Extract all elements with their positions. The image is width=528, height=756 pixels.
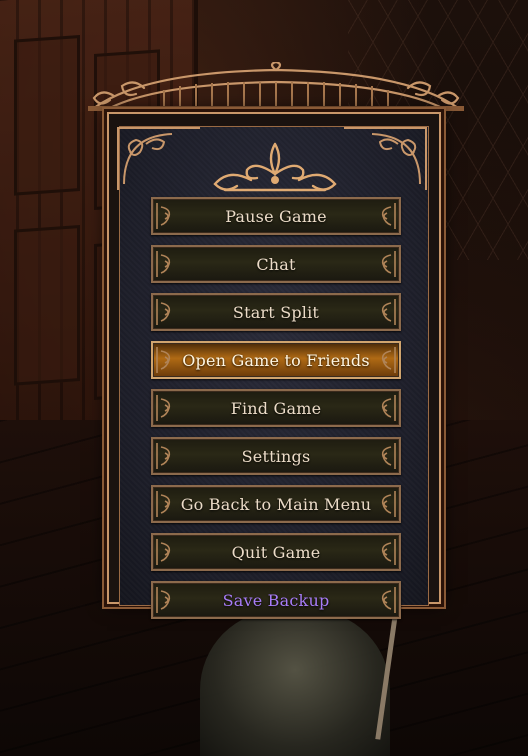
- button-scroll-ornament-icon: [155, 345, 177, 375]
- menu-button-label: Find Game: [230, 398, 322, 418]
- button-scroll-ornament-icon: [155, 393, 177, 423]
- menu-button-label: Go Back to Main Menu: [180, 494, 372, 514]
- button-scroll-ornament-icon: [375, 489, 397, 519]
- menu-button-label: Pause Game: [225, 206, 327, 226]
- open-game-to-friends-button[interactable]: Open Game to Friends: [151, 341, 401, 379]
- button-scroll-ornament-icon: [375, 297, 397, 327]
- button-scroll-ornament-icon: [375, 393, 397, 423]
- button-scroll-ornament-icon: [155, 249, 177, 279]
- button-scroll-ornament-icon: [375, 249, 397, 279]
- settings-button[interactable]: Settings: [151, 437, 401, 475]
- go-back-to-main-menu-button[interactable]: Go Back to Main Menu: [151, 485, 401, 523]
- button-scroll-ornament-icon: [155, 585, 177, 615]
- menu-button-label: Open Game to Friends: [182, 350, 370, 370]
- button-scroll-ornament-icon: [375, 201, 397, 231]
- button-scroll-ornament-icon: [155, 489, 177, 519]
- start-split-button[interactable]: Start Split: [151, 293, 401, 331]
- menu-button-label: Settings: [241, 446, 311, 466]
- button-scroll-ornament-icon: [375, 441, 397, 471]
- button-scroll-ornament-icon: [155, 297, 177, 327]
- save-backup-button[interactable]: Save Backup: [151, 581, 401, 619]
- menu-button-label: Quit Game: [231, 542, 321, 562]
- corner-ornament-icon: [344, 127, 427, 190]
- button-scroll-ornament-icon: [375, 585, 397, 615]
- player-character: [200, 610, 390, 756]
- button-scroll-ornament-icon: [155, 441, 177, 471]
- menu-button-label: Chat: [256, 254, 296, 274]
- pause-game-button[interactable]: Pause Game: [151, 197, 401, 235]
- button-scroll-ornament-icon: [375, 537, 397, 567]
- button-scroll-ornament-icon: [155, 537, 177, 567]
- button-scroll-ornament-icon: [375, 345, 397, 375]
- button-scroll-ornament-icon: [155, 201, 177, 231]
- menu-button-label: Start Split: [232, 302, 320, 322]
- menu-button-label: Save Backup: [222, 590, 330, 610]
- corner-ornament-icon: [117, 127, 200, 190]
- fleur-ornament-icon: [213, 142, 337, 192]
- quit-game-button[interactable]: Quit Game: [151, 533, 401, 571]
- chat-button[interactable]: Chat: [151, 245, 401, 283]
- find-game-button[interactable]: Find Game: [151, 389, 401, 427]
